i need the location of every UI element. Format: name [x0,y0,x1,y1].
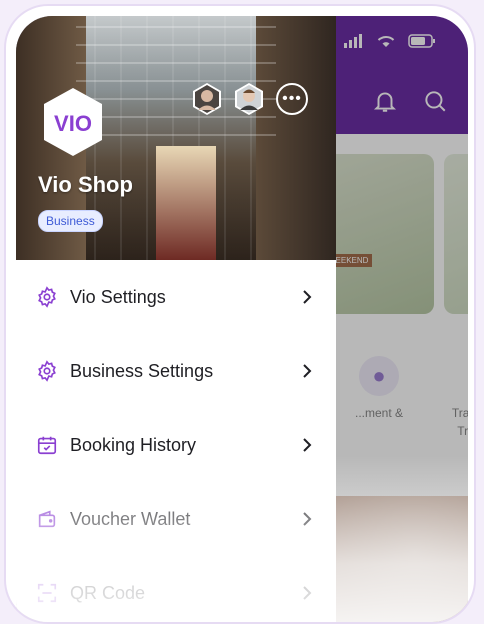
menu-label: Voucher Wallet [70,508,191,529]
chevron-right-icon [303,438,312,452]
chevron-right-icon [303,512,312,526]
chevron-right-icon [303,364,312,378]
side-drawer: VIO ••• Vio Shop Business Vio Settings B… [16,16,336,622]
chevron-right-icon [303,290,312,304]
menu-label: Vio Settings [70,286,166,307]
menu-item-booking-history[interactable]: Booking History [16,408,336,482]
menu-item-business-settings[interactable]: Business Settings [16,334,336,408]
chevron-right-icon [303,586,312,600]
phone-frame: WEEKEND ● ...ment & ✈ Travel, Logis... T… [4,4,476,624]
menu-label: QR Code [70,582,146,603]
gear-icon [36,360,58,382]
screen: WEEKEND ● ...ment & ✈ Travel, Logis... T… [16,16,468,622]
logo-text: VIO [54,111,92,136]
qr-scan-icon [36,582,58,604]
gear-icon [36,286,58,308]
menu-label: Business Settings [70,360,214,381]
wallet-icon [36,508,58,530]
menu-item-vio-settings[interactable]: Vio Settings [16,260,336,334]
member-avatars: ••• [192,82,308,116]
menu-item-voucher-wallet[interactable]: Voucher Wallet [16,482,336,556]
more-dots-icon: ••• [282,90,302,107]
shop-logo[interactable]: VIO [42,86,104,158]
cover-aisle [156,146,216,260]
cover-glass-roof [76,16,276,136]
avatar[interactable] [234,82,264,116]
account-type-badge: Business [38,210,103,232]
menu-item-qr-code[interactable]: QR Code [16,556,336,622]
avatar[interactable] [192,82,222,116]
drawer-menu: Vio Settings Business Settings Booking H… [16,260,336,622]
calendar-check-icon [36,434,58,456]
menu-label: Booking History [70,434,197,455]
more-options-button[interactable]: ••• [276,83,308,115]
shop-name: Vio Shop [38,172,133,197]
shop-cover-image: VIO ••• Vio Shop Business [16,16,336,260]
